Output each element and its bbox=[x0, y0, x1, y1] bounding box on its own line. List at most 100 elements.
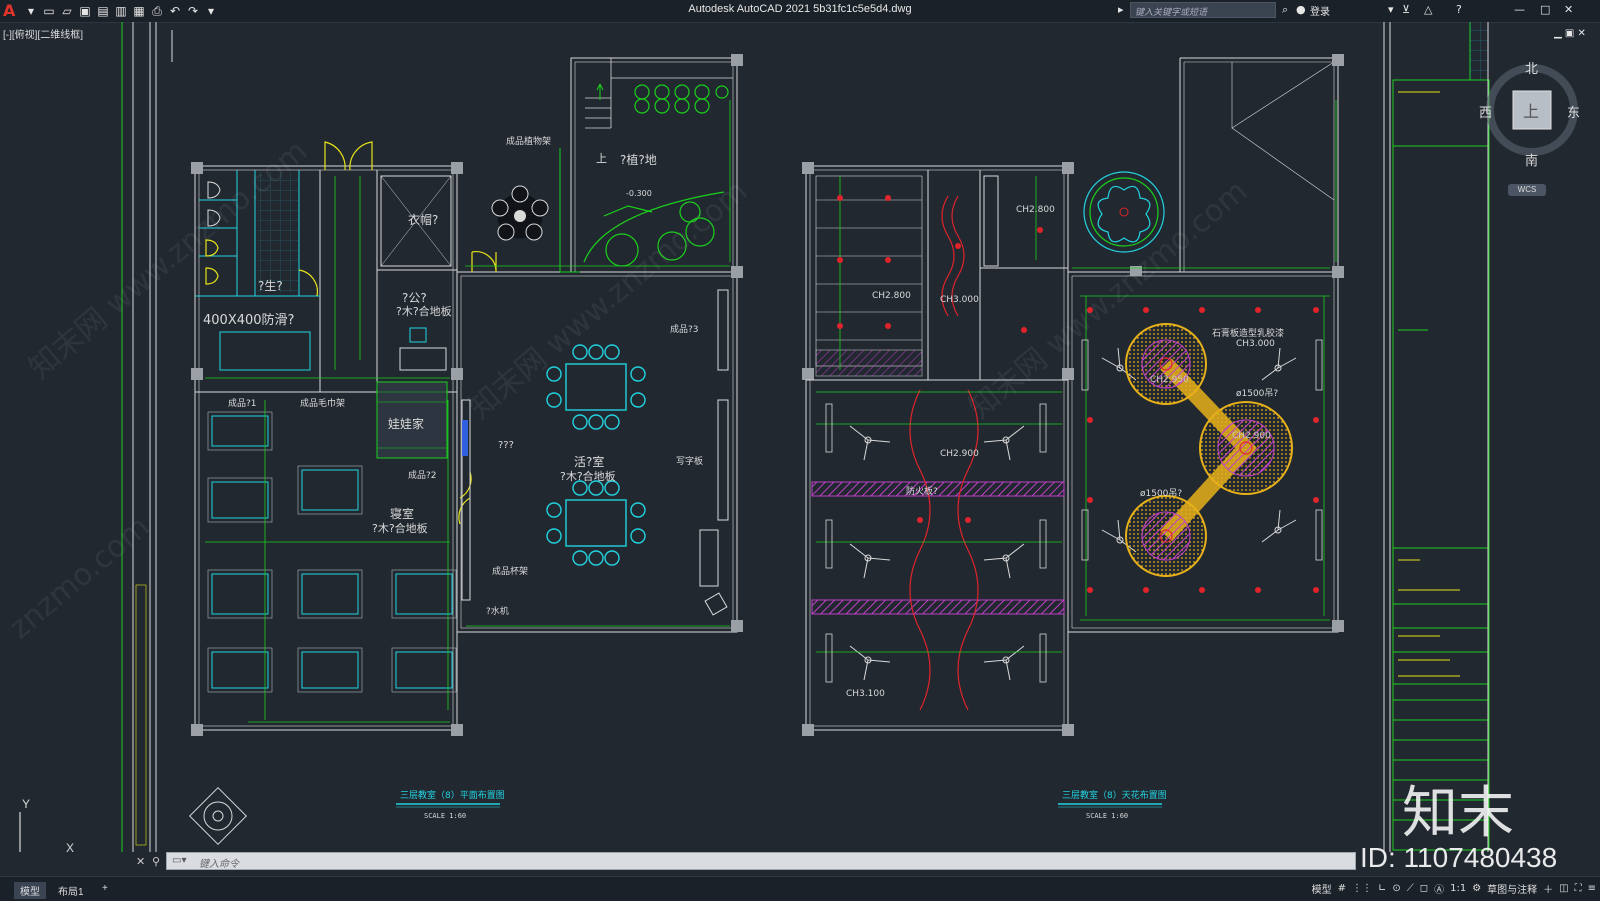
new-file-icon[interactable]: ▭ bbox=[42, 4, 56, 18]
osnap-icon[interactable]: ◻ bbox=[1420, 883, 1428, 894]
plus-icon[interactable]: ＋ bbox=[1543, 881, 1553, 896]
label-ch2900b: CH2.900 bbox=[1232, 431, 1271, 441]
label-anti-slip: 400X400防滑? bbox=[203, 312, 294, 328]
label-toilet: ?生? bbox=[258, 279, 283, 293]
watermark-text: 知末网 www.znzmo.com bbox=[963, 174, 1254, 426]
watermark-id: ID: 1107480438 bbox=[1360, 842, 1558, 873]
command-input[interactable]: 键入命令 bbox=[166, 852, 1356, 870]
command-prompt-icon[interactable]: ▭▾ bbox=[172, 855, 186, 866]
label-level: -0.300 bbox=[626, 189, 652, 198]
dropdown-icon[interactable]: ▾ bbox=[1388, 3, 1394, 16]
label-cabinet-1: 成品?1 bbox=[228, 397, 257, 409]
label-ch2800-a: CH2.800 bbox=[1016, 205, 1055, 215]
label-ch2800-b: CH2.800 bbox=[872, 291, 911, 301]
tab-layout1[interactable]: 布局1 bbox=[52, 882, 90, 899]
polar-icon[interactable]: ⊙ bbox=[1392, 883, 1400, 894]
undo-icon[interactable]: ↶ bbox=[168, 4, 182, 18]
label-dia1500-b: ø1500吊? bbox=[1140, 488, 1182, 499]
close-command-icon[interactable]: ✕ bbox=[136, 855, 145, 868]
label-dia1500-a: ø1500吊? bbox=[1236, 388, 1278, 399]
ucs-x-label: X bbox=[66, 841, 74, 852]
tab-add[interactable]: + bbox=[96, 882, 114, 895]
scale-dropdown[interactable]: 1:1 bbox=[1450, 883, 1466, 894]
annotation-icon[interactable]: Ⓐ bbox=[1434, 881, 1444, 896]
ucs-icon bbox=[19, 812, 21, 852]
close-icon[interactable]: ✕ bbox=[1564, 3, 1573, 16]
watermark-logo: 知末 bbox=[1402, 781, 1514, 846]
workspace-dropdown[interactable]: 草图与注释 bbox=[1487, 881, 1537, 896]
title-bar: A ▾ ▭ ▱ ▣ ▤ ▥ ▦ ⎙ ↶ ↷ ▾ Autodesk AutoCAD… bbox=[0, 0, 1600, 23]
label-ch3000-a: CH3.000 bbox=[940, 295, 979, 305]
save-as-icon[interactable]: ▤ bbox=[96, 4, 110, 18]
label-ch3000-b: CH3.000 bbox=[1236, 339, 1275, 349]
label-cup-rack: 成品杯架 bbox=[492, 565, 528, 577]
viewcube-south[interactable]: 南 bbox=[1525, 150, 1538, 169]
wcs-menu[interactable]: WCS bbox=[1508, 184, 1546, 196]
search-icon[interactable]: ⌕ bbox=[1282, 3, 1288, 17]
label-plant-corner: ?植?地 bbox=[620, 152, 657, 167]
menu-icon[interactable]: ≡ bbox=[1588, 883, 1596, 894]
left-title-strip bbox=[121, 22, 173, 852]
ortho-icon[interactable]: ∟ bbox=[1378, 883, 1386, 894]
label-ch3100: CH3.100 bbox=[846, 689, 885, 699]
cart-icon[interactable]: ⊻ bbox=[1402, 3, 1410, 16]
web-open-icon[interactable]: ▥ bbox=[114, 4, 128, 18]
label-ch2950: CH2.950 bbox=[1150, 375, 1189, 385]
label-plant-rack: 成品植物架 bbox=[506, 135, 551, 147]
open-folder-icon[interactable]: ▱ bbox=[60, 4, 74, 18]
label-writing-board: 写字板 bbox=[676, 455, 703, 467]
gear-icon[interactable]: ⚙ bbox=[1472, 883, 1481, 894]
ceiling-plan-title-text: 三层教室（8）天花布置图 bbox=[1062, 789, 1167, 801]
grid-icon[interactable]: # bbox=[1338, 883, 1346, 894]
isodraft-icon[interactable]: ⟋ bbox=[1407, 883, 1414, 894]
floor-plan-title: 三层教室（8）平面布置图 SCALE 1:60 bbox=[396, 789, 505, 820]
label-office-floor: ?木?合地板 bbox=[396, 304, 452, 318]
viewcube-east[interactable]: 东 bbox=[1567, 102, 1580, 121]
model-space-button[interactable]: 模型 bbox=[1312, 881, 1332, 896]
label-fire-board: 防火板? bbox=[906, 485, 938, 497]
status-bar: 模型 布局1 + 模型 # ⋮⋮ ∟ ⊙ ⟋ ◻ Ⓐ 1:1 ⚙ 草图与注释 ＋… bbox=[0, 876, 1600, 901]
maximize-icon[interactable]: □ bbox=[1540, 3, 1550, 16]
viewcube-top-face[interactable]: 上 bbox=[1523, 98, 1539, 122]
dropdown-icon[interactable]: ▾ bbox=[24, 4, 38, 18]
drawing-canvas[interactable]: ?生? 400X400防滑? 衣帽? ?公? ?木?合地板 娃娃家 活?室 ?木… bbox=[0, 22, 1600, 852]
print-icon[interactable]: ⎙ bbox=[150, 4, 164, 18]
snap-icon[interactable]: ⋮⋮ bbox=[1352, 883, 1372, 894]
ucs-y-label: Y bbox=[22, 797, 30, 811]
viewcube-west[interactable]: 西 bbox=[1479, 102, 1492, 121]
login-button[interactable]: 登录 bbox=[1310, 3, 1330, 18]
tab-model[interactable]: 模型 bbox=[14, 882, 46, 899]
label-query: ??? bbox=[498, 440, 514, 451]
viewcube[interactable]: 北 南 东 西 上 bbox=[1479, 58, 1581, 169]
user-icon[interactable]: ● bbox=[1296, 3, 1306, 16]
label-activity-room: 活?室 bbox=[574, 454, 604, 469]
redo-icon[interactable]: ↷ bbox=[186, 4, 200, 18]
label-office: ?公? bbox=[402, 291, 427, 305]
label-towel-rack: 成品毛巾架 bbox=[300, 397, 345, 409]
label-cabinet-3: 成品?3 bbox=[670, 323, 699, 335]
label-doll-house: 娃娃家 bbox=[388, 416, 424, 431]
isolate-icon[interactable]: ◫ bbox=[1559, 883, 1568, 894]
minimize-icon[interactable]: — bbox=[1514, 3, 1525, 16]
save-icon[interactable]: ▣ bbox=[78, 4, 92, 18]
customize-command-icon[interactable]: ⚲ bbox=[152, 855, 160, 868]
autocad-logo-icon[interactable]: A bbox=[3, 1, 15, 20]
web-save-icon[interactable]: ▦ bbox=[132, 4, 146, 18]
customize-icon[interactable]: ▾ bbox=[204, 4, 218, 18]
search-input[interactable]: 键入关键字或短语 bbox=[1130, 2, 1276, 18]
label-cabinet-2: 成品?2 bbox=[408, 469, 437, 481]
ceiling-plan-title: 三层教室（8）天花布置图 SCALE 1:60 bbox=[1058, 789, 1167, 820]
autodesk-a360-icon[interactable]: △ bbox=[1424, 3, 1432, 16]
floor-plan-title-text: 三层教室（8）平面布置图 bbox=[400, 789, 505, 801]
title-block bbox=[1383, 22, 1490, 852]
quick-access-toolbar: ▾ ▭ ▱ ▣ ▤ ▥ ▦ ⎙ ↶ ↷ ▾ bbox=[24, 3, 218, 19]
label-cloakroom: 衣帽? bbox=[408, 212, 438, 227]
label-bedroom: 寝室 bbox=[390, 506, 414, 521]
expand-arrow-icon[interactable]: ▸ bbox=[1118, 3, 1124, 16]
label-ch2900: CH2.900 bbox=[940, 449, 979, 459]
window-title: Autodesk AutoCAD 2021 5b31fc1c5e5d4.dwg bbox=[688, 3, 912, 15]
fullscreen-icon[interactable]: ⛶ bbox=[1575, 883, 1582, 894]
help-icon[interactable]: ? bbox=[1456, 3, 1462, 16]
label-bedroom-floor: ?木?合地板 bbox=[372, 521, 428, 535]
viewcube-north[interactable]: 北 bbox=[1525, 58, 1538, 77]
